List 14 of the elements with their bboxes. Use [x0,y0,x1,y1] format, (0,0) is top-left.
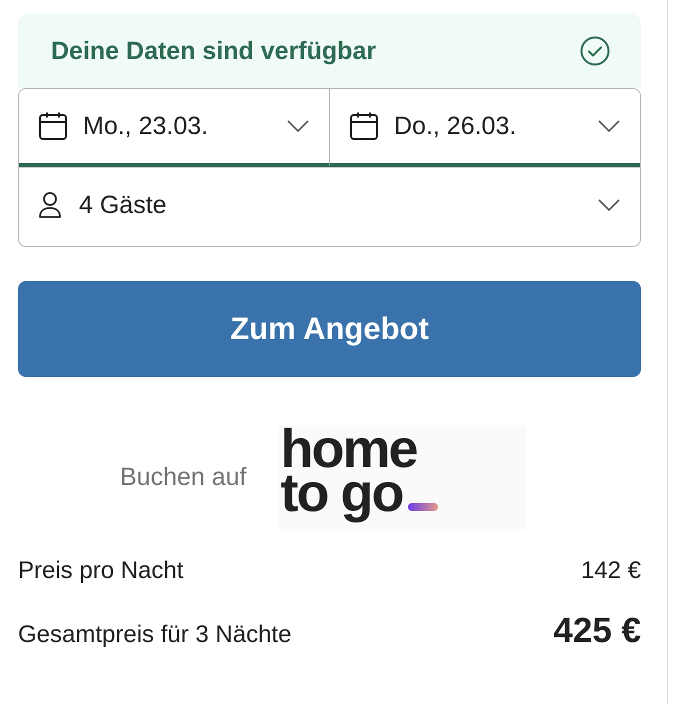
price-amount: 425 € [553,611,641,651]
provider-logo: home to go [278,425,526,529]
date-picker[interactable]: Do., 26.03. [330,89,640,167]
guests-picker[interactable]: 4 Gäste [19,168,640,246]
availability-message: Deine Daten sind verfügbar [51,36,376,66]
price-label: Preis pro Nacht [18,557,184,585]
date-picker[interactable]: Mo., 23.03. [19,89,330,167]
price-label: Gesamtpreis für 3 Nächte [18,621,292,649]
field-value: Mo., 23.03. [83,112,210,140]
field-value: 4 Gäste [79,190,168,220]
offer-button[interactable]: Zum Angebot [18,281,641,377]
provider-label: Buchen auf [120,462,246,492]
price-amount: 142 € [580,557,641,585]
field-value: Do., 26.03. [394,112,518,140]
